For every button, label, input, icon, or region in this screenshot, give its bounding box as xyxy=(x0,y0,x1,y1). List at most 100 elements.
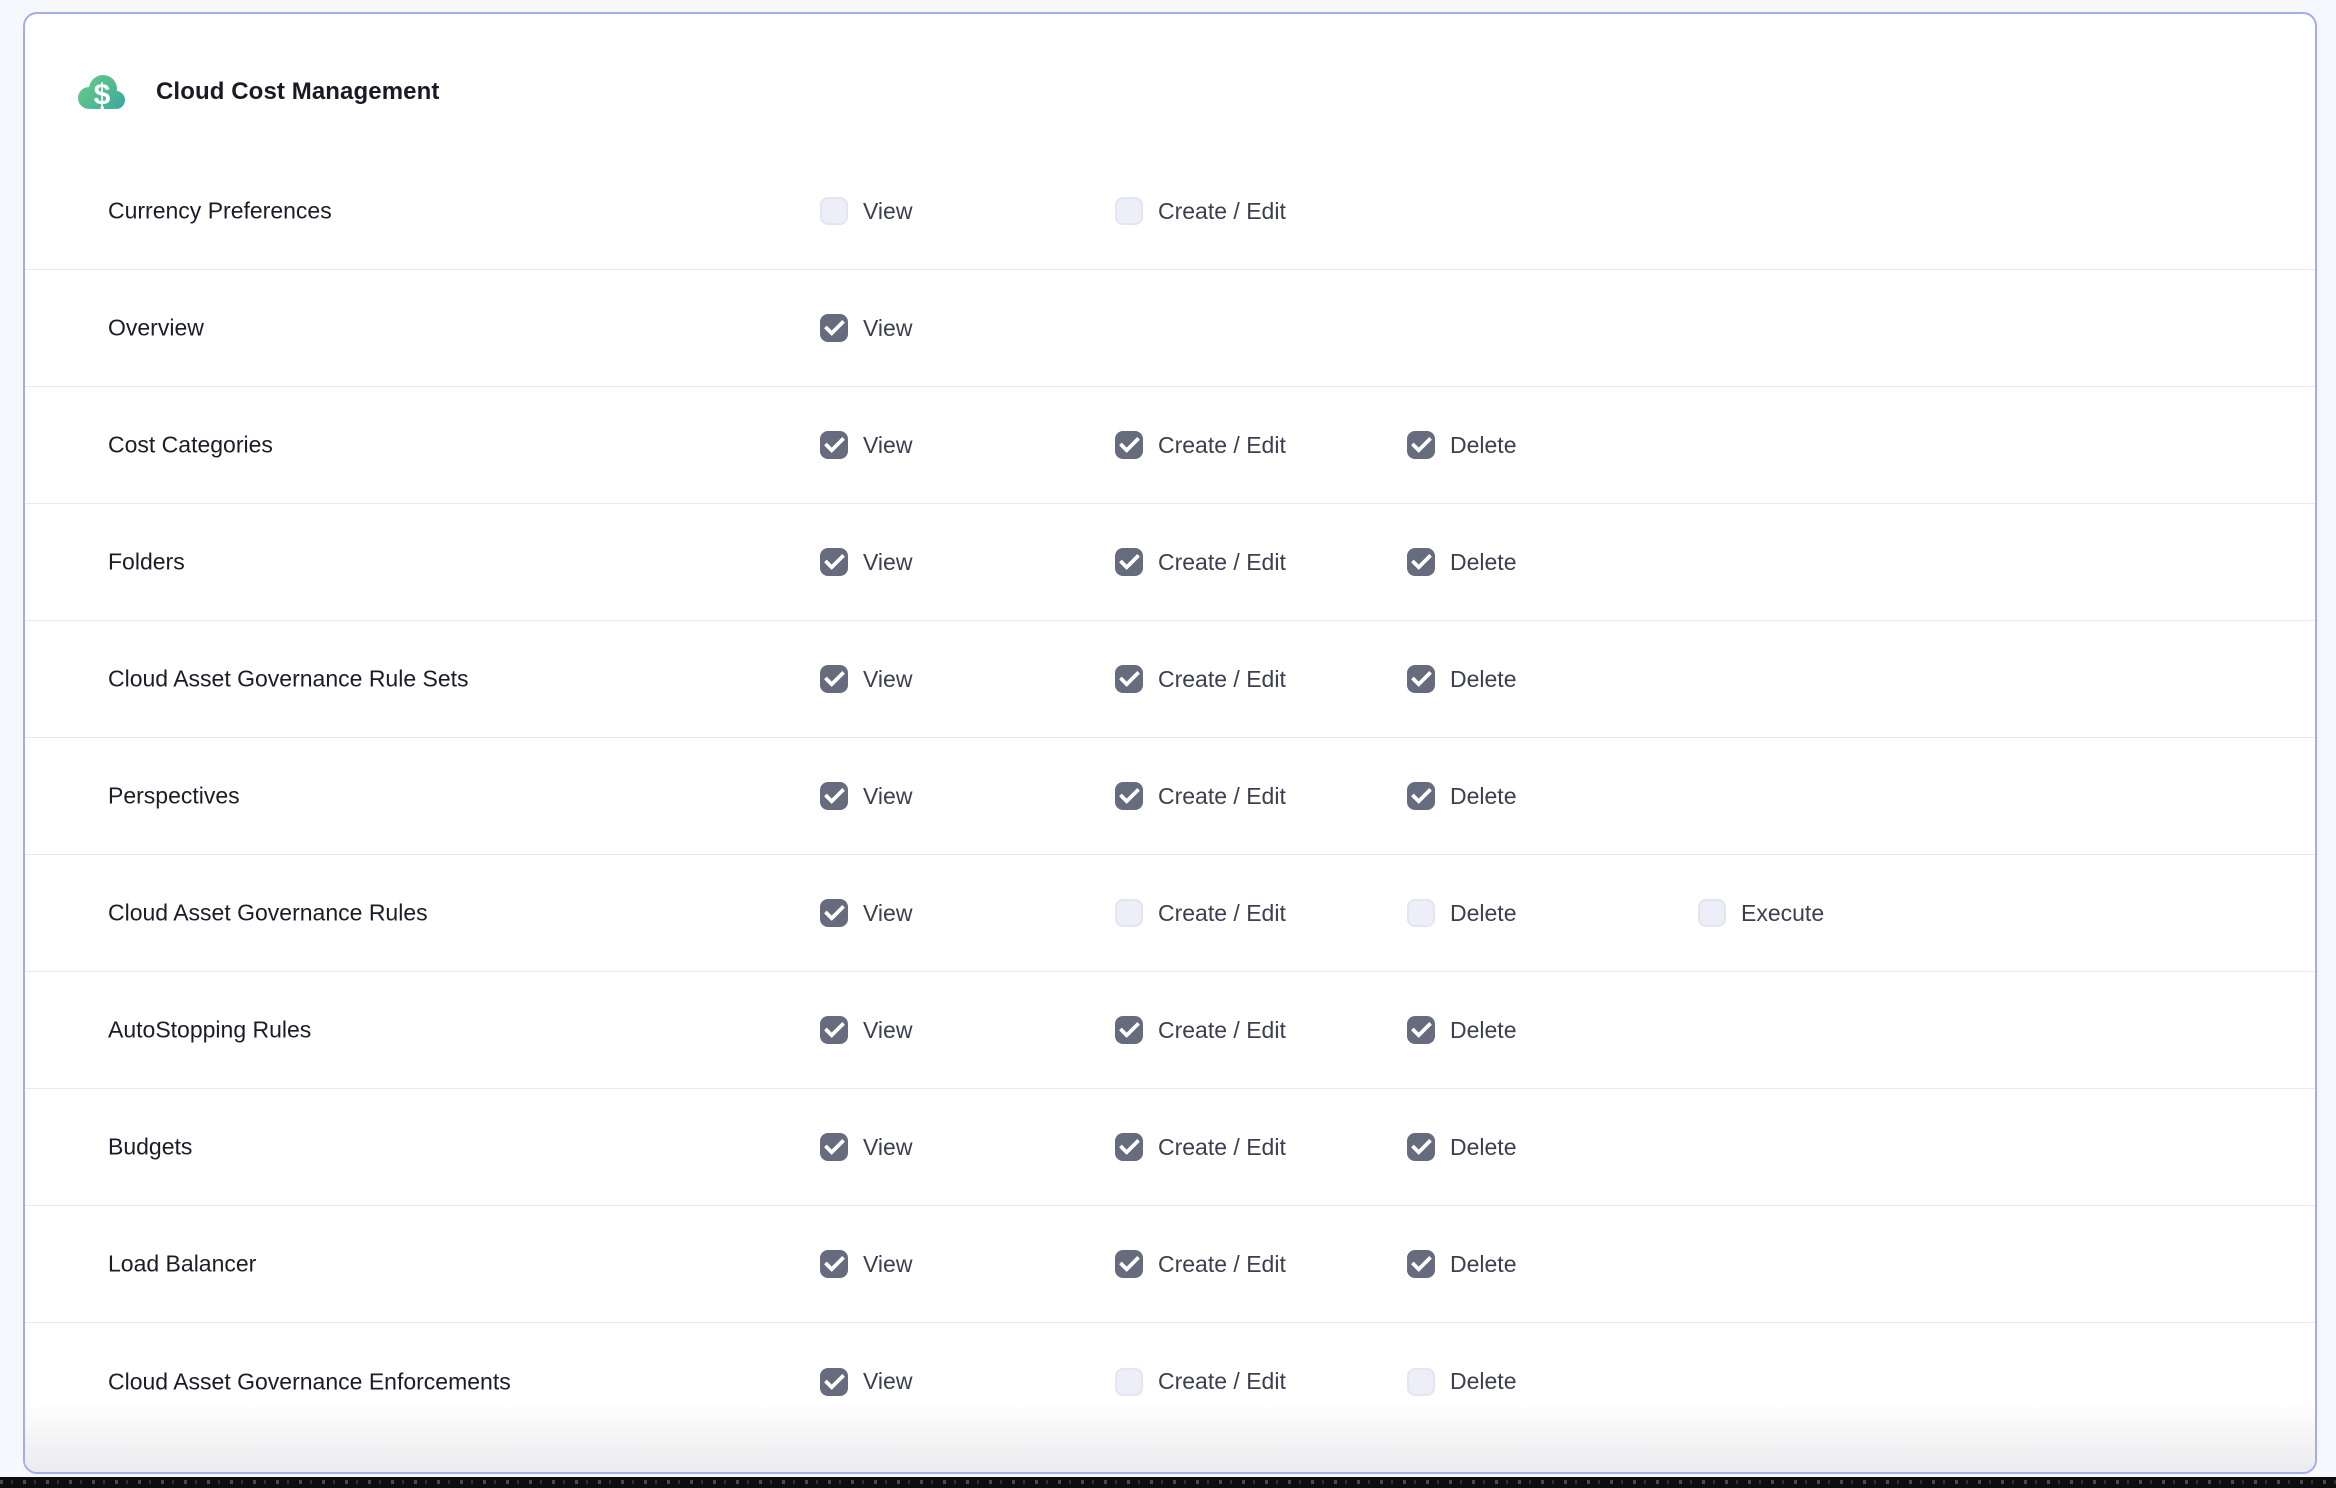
delete-checkbox-cloud-asset-governance-rule-sets[interactable]: Delete xyxy=(1407,665,1516,693)
delete-checkbox-load-balancer[interactable]: Delete xyxy=(1407,1250,1516,1278)
checked-checkbox-icon xyxy=(820,1250,848,1278)
checked-checkbox-icon xyxy=(1407,1250,1435,1278)
view-checkbox-cloud-asset-governance-rule-sets[interactable]: View xyxy=(820,665,912,693)
permission-label: Delete xyxy=(1450,900,1516,927)
create-edit-checkbox-perspectives[interactable]: Create / Edit xyxy=(1115,782,1286,810)
view-checkbox-cloud-asset-governance-rules[interactable]: View xyxy=(820,899,912,927)
permission-label: View xyxy=(863,1368,912,1395)
create-edit-checkbox-cost-categories[interactable]: Create / Edit xyxy=(1115,431,1286,459)
permission-label: View xyxy=(863,315,912,342)
checked-checkbox-icon xyxy=(1115,1016,1143,1044)
permissions-card: $ Cloud Cost Management Currency Prefere… xyxy=(23,12,2317,1474)
create-edit-checkbox-budgets[interactable]: Create / Edit xyxy=(1115,1133,1286,1161)
create-edit-checkbox-folders[interactable]: Create / Edit xyxy=(1115,548,1286,576)
delete-checkbox-cost-categories[interactable]: Delete xyxy=(1407,431,1516,459)
permission-label: View xyxy=(863,432,912,459)
permission-row-overview: OverviewView xyxy=(25,270,2315,387)
permission-label: Delete xyxy=(1450,432,1516,459)
permission-label: View xyxy=(863,1134,912,1161)
delete-checkbox-autostopping-rules[interactable]: Delete xyxy=(1407,1016,1516,1044)
checked-checkbox-icon xyxy=(1115,1250,1143,1278)
permission-row-cloud-asset-governance-enforcements: Cloud Asset Governance Enforcements View C… xyxy=(25,1323,2315,1440)
resource-label: Cloud Asset Governance Enforcements xyxy=(108,1368,511,1395)
checked-checkbox-icon xyxy=(820,548,848,576)
view-checkbox-load-balancer[interactable]: View xyxy=(820,1250,912,1278)
permission-label: View xyxy=(863,1251,912,1278)
delete-checkbox-budgets[interactable]: Delete xyxy=(1407,1133,1516,1161)
permission-label: Delete xyxy=(1450,1368,1516,1395)
view-checkbox-budgets[interactable]: View xyxy=(820,1133,912,1161)
permission-label: Delete xyxy=(1450,666,1516,693)
checked-checkbox-icon xyxy=(820,665,848,693)
permission-row-cloud-asset-governance-rules: Cloud Asset Governance Rules View Create /… xyxy=(25,855,2315,972)
create-edit-checkbox-autostopping-rules[interactable]: Create / Edit xyxy=(1115,1016,1286,1044)
permission-label: View xyxy=(863,783,912,810)
resource-label: Folders xyxy=(108,549,185,576)
unchecked-checkbox-icon xyxy=(1698,899,1726,927)
checked-checkbox-icon xyxy=(1407,1133,1435,1161)
permission-label: Create / Edit xyxy=(1158,666,1286,693)
permission-label: Delete xyxy=(1450,1251,1516,1278)
permission-label: Delete xyxy=(1450,783,1516,810)
permission-label: Delete xyxy=(1450,1017,1516,1044)
checked-checkbox-icon xyxy=(820,899,848,927)
resource-label: AutoStopping Rules xyxy=(108,1017,311,1044)
unchecked-checkbox-icon xyxy=(1115,1368,1143,1396)
checked-checkbox-icon xyxy=(820,1016,848,1044)
create-edit-checkbox-cloud-asset-governance-enforcements[interactable]: Create / Edit xyxy=(1115,1368,1286,1396)
svg-text:$: $ xyxy=(94,79,111,112)
view-checkbox-perspectives[interactable]: View xyxy=(820,782,912,810)
permission-label: View xyxy=(863,549,912,576)
create-edit-checkbox-cloud-asset-governance-rules[interactable]: Create / Edit xyxy=(1115,899,1286,927)
permission-label: Delete xyxy=(1450,549,1516,576)
resource-label: Cloud Asset Governance Rules xyxy=(108,900,428,927)
delete-checkbox-folders[interactable]: Delete xyxy=(1407,548,1516,576)
resource-label: Currency Preferences xyxy=(108,198,332,225)
unchecked-checkbox-icon xyxy=(1115,197,1143,225)
create-edit-checkbox-load-balancer[interactable]: Create / Edit xyxy=(1115,1250,1286,1278)
view-checkbox-cost-categories[interactable]: View xyxy=(820,431,912,459)
checked-checkbox-icon xyxy=(1407,665,1435,693)
page-title: Cloud Cost Management xyxy=(156,78,439,106)
permission-row-cost-categories: Cost Categories View Create / Edit Delete xyxy=(25,387,2315,504)
permission-label: Create / Edit xyxy=(1158,549,1286,576)
checked-checkbox-icon xyxy=(820,1368,848,1396)
delete-checkbox-perspectives[interactable]: Delete xyxy=(1407,782,1516,810)
create-edit-checkbox-cloud-asset-governance-rule-sets[interactable]: Create / Edit xyxy=(1115,665,1286,693)
cloud-dollar-icon: $ xyxy=(73,70,129,116)
card-header: $ Cloud Cost Management xyxy=(25,14,2315,154)
unchecked-checkbox-icon xyxy=(1407,1368,1435,1396)
checked-checkbox-icon xyxy=(1115,782,1143,810)
permission-label: Create / Edit xyxy=(1158,198,1286,225)
delete-checkbox-cloud-asset-governance-enforcements[interactable]: Delete xyxy=(1407,1368,1516,1396)
view-checkbox-autostopping-rules[interactable]: View xyxy=(820,1016,912,1044)
permission-label: Create / Edit xyxy=(1158,1017,1286,1044)
permission-label: Create / Edit xyxy=(1158,900,1286,927)
permission-label: View xyxy=(863,198,912,225)
permission-label: View xyxy=(863,900,912,927)
checked-checkbox-icon xyxy=(1407,548,1435,576)
resource-label: Cost Categories xyxy=(108,432,273,459)
view-checkbox-cloud-asset-governance-enforcements[interactable]: View xyxy=(820,1368,912,1396)
permission-row-autostopping-rules: AutoStopping Rules View Create / Edit Delet… xyxy=(25,972,2315,1089)
unchecked-checkbox-icon xyxy=(1407,899,1435,927)
checked-checkbox-icon xyxy=(820,431,848,459)
checked-checkbox-icon xyxy=(1115,431,1143,459)
permission-label: Create / Edit xyxy=(1158,432,1286,459)
view-checkbox-folders[interactable]: View xyxy=(820,548,912,576)
permission-row-load-balancer: Load BalancerViewCreate / EditDelete xyxy=(25,1206,2315,1323)
checked-checkbox-icon xyxy=(1115,665,1143,693)
permissions-table: Currency Preferences View Create / Edit Ove… xyxy=(25,153,2315,1440)
execute-checkbox-cloud-asset-governance-rules[interactable]: Execute xyxy=(1698,899,1824,927)
permission-label: Create / Edit xyxy=(1158,783,1286,810)
unchecked-checkbox-icon xyxy=(820,197,848,225)
permission-row-perspectives: PerspectivesViewCreate / EditDelete xyxy=(25,738,2315,855)
checked-checkbox-icon xyxy=(1407,1016,1435,1044)
checked-checkbox-icon xyxy=(1407,431,1435,459)
bottom-edge-bar xyxy=(0,1477,2336,1488)
permission-label: View xyxy=(863,1017,912,1044)
create-edit-checkbox-currency-preferences[interactable]: Create / Edit xyxy=(1115,197,1286,225)
view-checkbox-overview[interactable]: View xyxy=(820,314,912,342)
delete-checkbox-cloud-asset-governance-rules[interactable]: Delete xyxy=(1407,899,1516,927)
view-checkbox-currency-preferences[interactable]: View xyxy=(820,197,912,225)
